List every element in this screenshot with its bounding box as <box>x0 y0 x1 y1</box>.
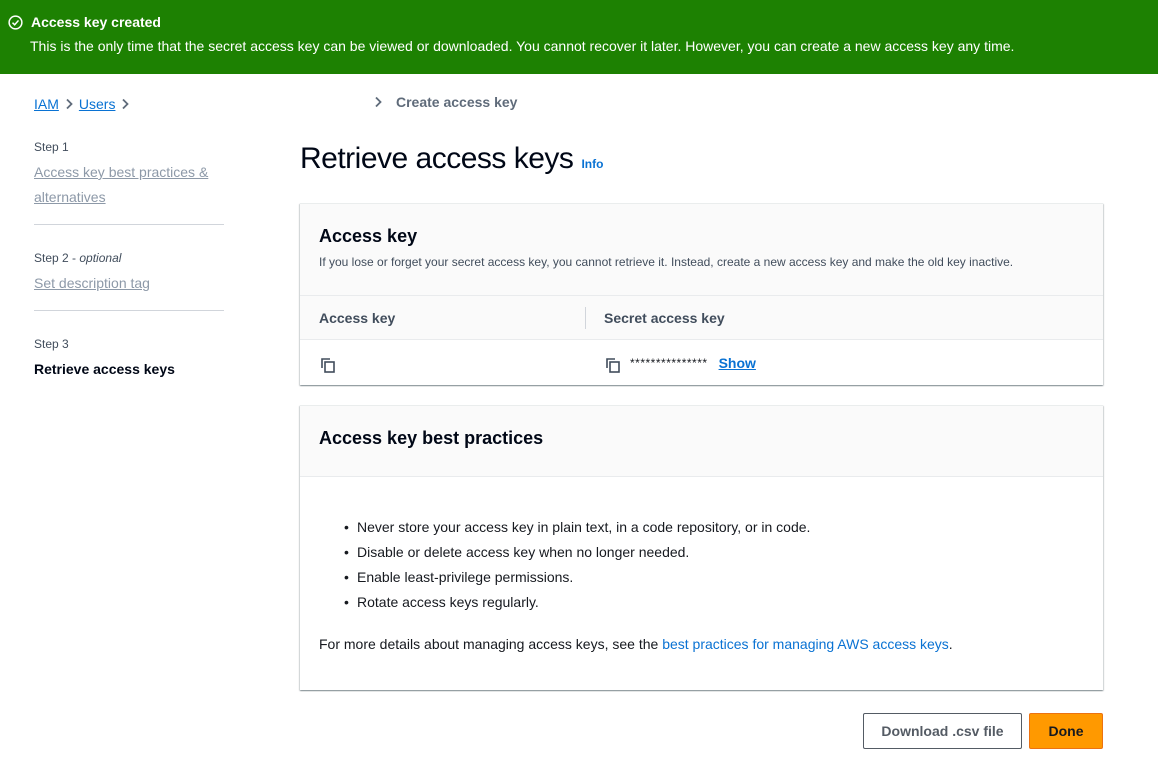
column-header-access-key: Access key <box>319 309 396 326</box>
step-link-description-tag[interactable]: Set description tag <box>34 271 224 296</box>
breadcrumb-users[interactable]: Users <box>79 96 116 112</box>
list-item: Enable least-privilege permissions. <box>344 565 1084 590</box>
list-item: Rotate access keys regularly. <box>344 590 1084 615</box>
flash-message: This is the only time that the secret ac… <box>30 38 1015 54</box>
secret-key-cell: *************** Show <box>585 340 756 386</box>
chevron-right-icon <box>115 98 135 110</box>
best-practices-link[interactable]: best practices for managing AWS access k… <box>662 636 949 652</box>
more-details-text: For more details about managing access k… <box>319 636 1084 652</box>
show-secret-link[interactable]: Show <box>719 355 756 371</box>
download-csv-button[interactable]: Download .csv file <box>863 713 1022 749</box>
copy-icon[interactable] <box>319 356 337 374</box>
breadcrumb-current-label: Create access key <box>396 94 518 110</box>
list-item: Never store your access key in plain tex… <box>344 515 1084 540</box>
step-number: Step 3 <box>34 337 69 351</box>
access-key-panel-title: Access key <box>319 226 418 246</box>
step-number: Step 2 - optional <box>34 251 122 265</box>
wizard-steps-nav: Step 1 Access key best practices & alter… <box>34 140 224 422</box>
chevron-right-icon <box>368 96 388 108</box>
info-link[interactable]: Info <box>581 157 603 171</box>
flash-title: Access key created <box>31 14 161 30</box>
best-practices-body: Never store your access key in plain tex… <box>300 477 1103 652</box>
breadcrumb: IAM Users Create access key <box>34 94 517 114</box>
secret-key-masked: *************** <box>630 356 708 370</box>
flash-title-row: Access key created <box>8 12 1150 32</box>
table-row: *************** Show <box>300 340 1103 386</box>
success-flash-banner: Access key created This is the only time… <box>0 0 1158 74</box>
best-practices-list: Never store your access key in plain tex… <box>319 515 1084 615</box>
details-suffix: . <box>948 636 953 652</box>
list-item: Disable or delete access key when no lon… <box>344 540 1084 565</box>
access-key-panel-description: If you lose or forget your secret access… <box>319 255 1014 269</box>
step-current-label: Retrieve access keys <box>34 361 175 377</box>
details-prefix: For more details about managing access k… <box>319 636 663 652</box>
copy-icon[interactable] <box>604 356 622 374</box>
wizard-step-3: Step 3 Retrieve access keys <box>34 337 224 396</box>
best-practices-panel: Access key best practices Never store yo… <box>300 405 1103 690</box>
step-number: Step 1 <box>34 140 69 154</box>
column-header-secret-key: Secret access key <box>585 296 725 339</box>
table-header-row: Access key Secret access key <box>300 296 1103 340</box>
optional-label: optional <box>79 251 122 265</box>
step-link-best-practices[interactable]: Access key best practices & alternatives <box>34 160 224 210</box>
access-key-table: Access key Secret access key ***********… <box>300 296 1103 386</box>
page-header: Retrieve access keys Info <box>300 142 603 176</box>
breadcrumb-iam[interactable]: IAM <box>34 96 59 112</box>
step-number-label: Step 2 <box>34 251 69 265</box>
page-title: Retrieve access keys <box>300 142 574 175</box>
breadcrumb-current: Create access key <box>368 94 517 110</box>
done-button[interactable]: Done <box>1029 713 1103 749</box>
check-circle-icon <box>8 14 23 30</box>
wizard-step-2: Step 2 - optional Set description tag <box>34 251 224 311</box>
access-key-cell <box>300 340 585 386</box>
wizard-step-1: Step 1 Access key best practices & alter… <box>34 140 224 225</box>
best-practices-title: Access key best practices <box>319 428 544 448</box>
best-practices-header: Access key best practices <box>300 406 1103 477</box>
chevron-right-icon <box>59 98 79 110</box>
access-key-panel-header: Access key If you lose or forget your se… <box>300 204 1103 296</box>
access-key-panel: Access key If you lose or forget your se… <box>300 203 1103 385</box>
